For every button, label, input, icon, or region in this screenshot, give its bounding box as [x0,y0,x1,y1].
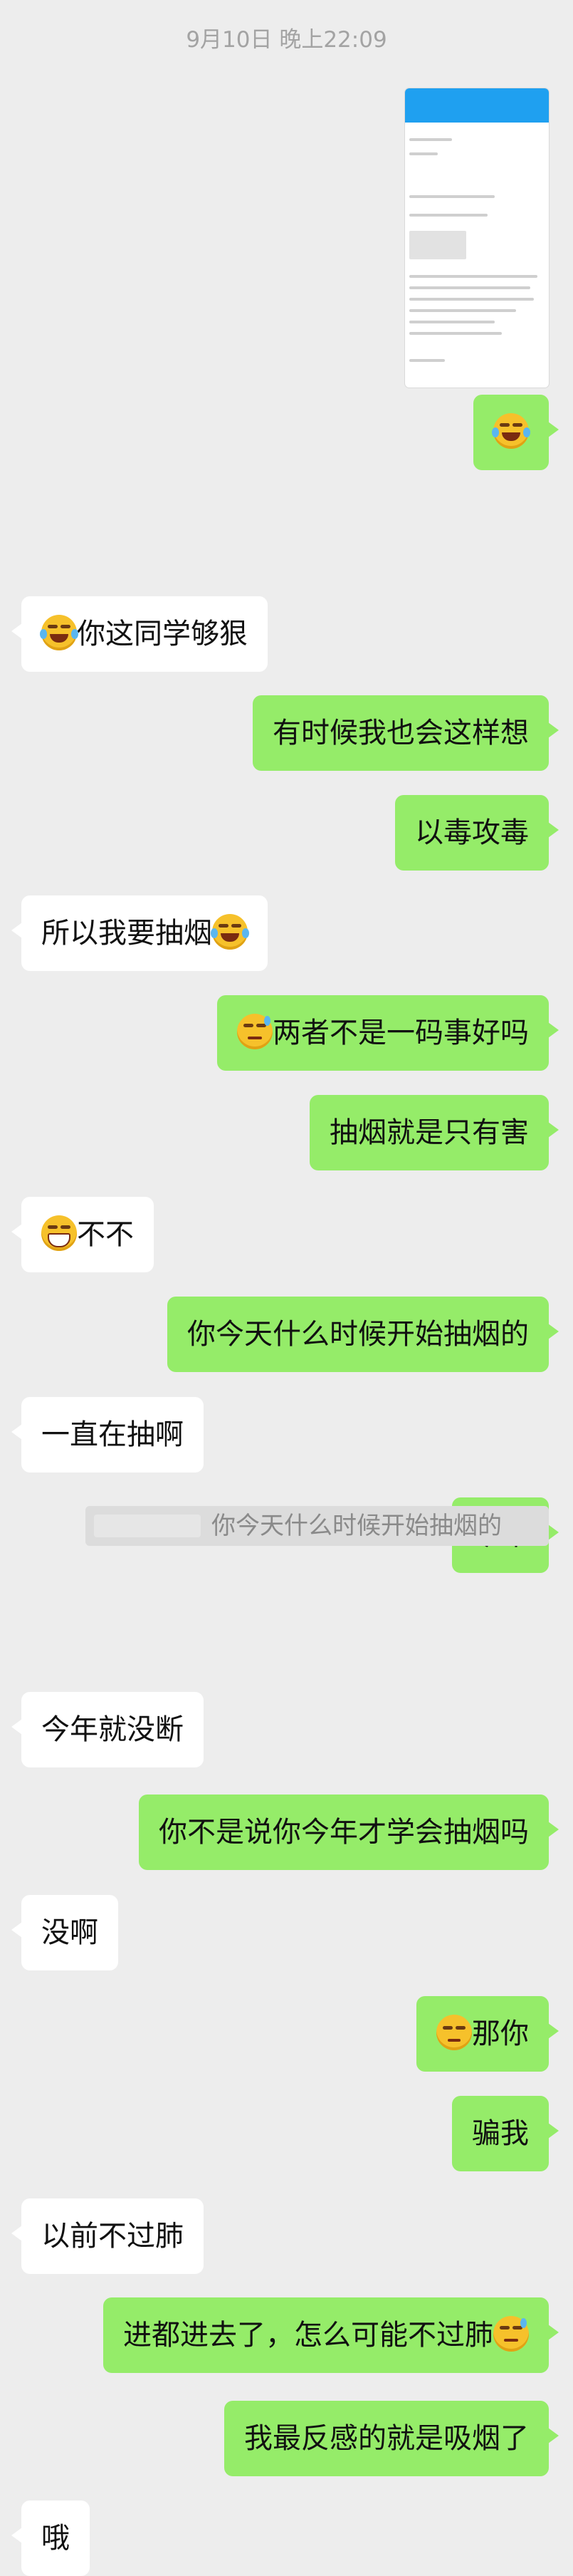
outgoing-message-bubble[interactable]: 你不是说你今年才学会抽烟吗 [139,1795,559,1870]
screenshot-header-bar [405,88,549,123]
message-text: 以毒攻毒 [415,816,529,849]
message-text: 一直在抽啊 [41,1418,184,1451]
outgoing-message-bubble[interactable]: 抽烟就是只有害 [310,1095,559,1170]
message-text: 今年就没断 [41,1713,184,1746]
grin-emoji-icon [41,1215,77,1251]
message-text: 骗我 [472,2117,529,2150]
message-text: 我最反感的就是吸烟了 [244,2422,529,2455]
outgoing-message-bubble[interactable]: 进都进去了，怎么可能不过肺 [103,2297,559,2373]
message-text: 你不是说你今年才学会抽烟吗 [159,1816,529,1849]
incoming-message-bubble[interactable]: 你这同学够狠 [11,596,268,672]
quoted-message-text: 你今天什么时候开始抽烟的 [211,1512,502,1540]
message-text: 没啊 [41,1916,98,1949]
message-text: 以前不过肺 [41,2220,184,2253]
incoming-message-bubble[interactable]: 一直在抽啊 [11,1397,204,1473]
outgoing-message-bubble[interactable]: 有时候我也会这样想 [253,695,559,771]
message-text: 那你 [472,2017,529,2050]
laugh-cry-emoji-icon [40,615,78,650]
outgoing-message-bubble[interactable]: 以毒攻毒 [395,795,559,871]
message-text: 进都进去了，怎么可能不过肺 [123,2319,493,2352]
message-text: 不不 [77,1218,134,1251]
outgoing-message-bubble[interactable]: 你今天什么时候开始抽烟的 [167,1297,559,1372]
message-text: 你今天什么时候开始抽烟的 [187,1318,529,1351]
laugh-cry-emoji-icon [211,914,249,950]
outgoing-message-bubble[interactable] [473,395,559,470]
incoming-message-bubble[interactable]: 以前不过肺 [11,2198,204,2274]
sweat-emoji-icon [237,1014,273,1049]
outgoing-message-bubble[interactable]: 骗我 [452,2096,559,2171]
outgoing-message-bubble[interactable]: 两者不是一码事好吗 [217,995,559,1071]
unamused-emoji-icon [436,2015,472,2050]
outgoing-message-bubble[interactable]: 那你 [416,1996,559,2072]
message-text: 你这同学够狠 [77,618,248,650]
timestamp: 9月10日 晚上22:09 [186,27,387,53]
incoming-message-bubble[interactable]: 今年就没断 [11,1692,204,1767]
message-text: 抽烟就是只有害 [330,1116,529,1149]
incoming-message-bubble[interactable]: 哦 [11,2500,90,2576]
quoted-sender-blurred [94,1515,201,1537]
sweat-emoji-icon [493,2316,529,2352]
message-text: 有时候我也会这样想 [273,717,529,749]
outgoing-message-bubble[interactable]: 我最反感的就是吸烟了 [224,2401,559,2476]
message-text: 两者不是一码事好吗 [273,1017,529,1049]
quoted-message[interactable]: 你今天什么时候开始抽烟的 [85,1506,549,1546]
incoming-message-bubble[interactable]: 没啊 [11,1895,118,1970]
image-message-screenshot[interactable] [405,88,549,388]
message-text: 所以我要抽烟 [41,917,212,950]
incoming-message-bubble[interactable]: 所以我要抽烟 [11,895,268,971]
incoming-message-bubble[interactable]: 不不 [11,1197,154,1272]
message-text: 哦 [41,2522,70,2555]
laugh-cry-emoji-icon [492,413,530,449]
